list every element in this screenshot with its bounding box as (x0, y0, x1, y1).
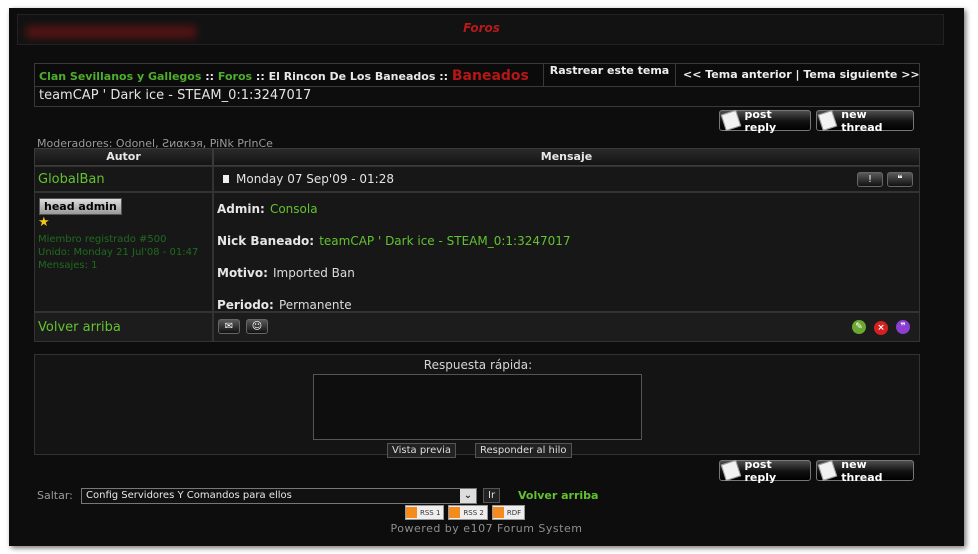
post-field-admin: Admin: Consola (217, 198, 318, 217)
author-column-header: Autor (34, 148, 213, 166)
post-reply-label: post reply (744, 107, 777, 134)
next-thread-link[interactable]: Tema siguiente >> (803, 68, 919, 81)
field-value: Permanente (278, 298, 352, 312)
feed-label: RSS 1 (420, 508, 441, 517)
breadcrumb-foros[interactable]: Foros (218, 70, 252, 83)
delete-icon[interactable]: × (874, 321, 888, 335)
rss-feed-icon (406, 507, 417, 518)
new-thread-button[interactable]: new thread (816, 107, 914, 134)
post-author[interactable]: GlobalBan (38, 172, 105, 187)
breadcrumb-separator: :: (205, 70, 215, 83)
field-value: Imported Ban (273, 266, 355, 280)
page-icon (720, 110, 741, 131)
breadcrumb: Clan Sevillanos y Gallegos :: Foros :: E… (39, 68, 529, 84)
post-table: Autor Mensaje GlobalBan Monday 07 Sep'09… (34, 148, 920, 458)
header-title: Foros (463, 21, 500, 35)
author-info-cell: head admin ★ Miembro registrado #500 Uni… (34, 192, 213, 312)
thread-nav-separator: | (795, 68, 800, 81)
forum-window: Foros Clan Sevillanos y Gallegos :: Foro… (9, 8, 964, 546)
new-thread-label: new thread (841, 457, 883, 484)
rss1-link[interactable]: RSS 1 (405, 505, 445, 520)
jump-go-button[interactable]: Ir (483, 488, 501, 503)
post-reply-button[interactable]: post reply (719, 107, 811, 134)
jump-select[interactable]: Config Servidores Y Comandos para ellos … (81, 488, 477, 504)
chevron-down-icon[interactable]: ⌄ (460, 489, 476, 503)
user-info: Miembro registrado #500 Unido: Monday 21… (38, 233, 208, 272)
post-count: Mensajes: 1 (38, 260, 98, 271)
post-field-reason: Motivo: Imported Ban (217, 262, 355, 281)
post-field-nick: Nick Baneado: teamCAP ' Dark ice - STEAM… (217, 230, 571, 249)
submit-reply-button[interactable]: Responder al hilo (475, 443, 572, 458)
rss-feed-icon (449, 507, 461, 518)
quick-reply-textarea[interactable] (313, 374, 642, 440)
breadcrumb-separator: :: (439, 70, 449, 83)
breadcrumb-rincon[interactable]: El Rincon De Los Baneados (269, 70, 436, 83)
site-header: Foros (17, 14, 944, 45)
rdf-link[interactable]: RDF (491, 505, 526, 520)
post-field-period: Periodo: Permanente (217, 294, 352, 313)
rss2-link[interactable]: RSS 2 (448, 505, 488, 520)
rank-badge: head admin (39, 198, 122, 215)
new-thread-label: new thread (841, 107, 883, 134)
field-label: Motivo: (217, 266, 268, 280)
breadcrumb-current: Baneados (451, 68, 529, 84)
field-label: Nick Baneado: (217, 234, 315, 248)
field-label: Periodo: (217, 298, 274, 312)
back-to-top-link-bottom[interactable]: Volver arriba (518, 489, 598, 502)
rss-feed-icon (492, 507, 504, 518)
quote-post-icon[interactable]: ❞ (896, 320, 910, 334)
breadcrumb-bar: Clan Sevillanos y Gallegos :: Foros :: E… (34, 63, 920, 87)
field-label: Admin: (217, 202, 265, 216)
post-reply-label: post reply (744, 457, 777, 484)
jump-selected-value: Config Servidores Y Comandos para ellos (86, 490, 292, 501)
track-thread-link[interactable]: Rastrear este tema (543, 63, 676, 87)
previous-thread-link[interactable]: << Tema anterior (683, 68, 792, 81)
post-reply-button-bottom[interactable]: post reply (719, 457, 811, 484)
feed-links: RSS 1 RSS 2 RDF (405, 505, 526, 520)
post-date: Monday 07 Sep'09 - 01:28 (236, 172, 394, 186)
post-actions-cell: ✉ ☺ ✎ × ❞ (213, 312, 920, 342)
post-date-cell: Monday 07 Sep'09 - 01:28 ! ❝ (213, 166, 920, 192)
field-value: teamCAP ' Dark ice - STEAM_0:1:3247017 (319, 234, 571, 248)
powered-by: Powered by e107 Forum System (390, 522, 583, 535)
join-date: Unido: Monday 21 Jul'08 - 01:47 (38, 247, 199, 258)
jump-label: Saltar: (37, 489, 73, 502)
feed-label: RSS 2 (463, 508, 484, 517)
message-column-header: Mensaje (213, 148, 920, 166)
feed-label: RDF (506, 508, 522, 517)
quote-icon[interactable]: ❝ (887, 172, 913, 187)
quick-reply-title: Respuesta rápida: (423, 358, 533, 372)
post-author-cell: GlobalBan (34, 166, 213, 192)
page-icon (720, 460, 741, 481)
quick-reply-panel: Respuesta rápida: Vista previa Responder… (34, 354, 920, 458)
page-icon (817, 110, 838, 131)
back-to-top-cell: Volver arriba (34, 312, 213, 342)
thread-navigation: << Tema anterior | Tema siguiente >> (683, 68, 920, 81)
report-icon[interactable]: ! (857, 172, 883, 187)
field-value: Consola (269, 202, 318, 216)
back-to-top-link[interactable]: Volver arriba (38, 320, 121, 335)
preview-button[interactable]: Vista previa (387, 443, 457, 458)
post-body: Admin: Consola Nick Baneado: teamCAP ' D… (213, 192, 920, 312)
member-number: Miembro registrado #500 (38, 234, 167, 245)
new-thread-button-bottom[interactable]: new thread (816, 457, 914, 484)
profile-icon[interactable]: ☺ (246, 319, 268, 334)
breadcrumb-clan[interactable]: Clan Sevillanos y Gallegos (39, 70, 201, 83)
star-icon: ★ (38, 215, 50, 230)
post-icon (223, 175, 229, 183)
thread-title: teamCAP ' Dark ice - STEAM_0:1:3247017 (34, 87, 920, 107)
page-icon (817, 460, 838, 481)
edit-icon[interactable]: ✎ (852, 320, 866, 334)
email-icon[interactable]: ✉ (218, 319, 240, 334)
breadcrumb-separator: :: (255, 70, 265, 83)
